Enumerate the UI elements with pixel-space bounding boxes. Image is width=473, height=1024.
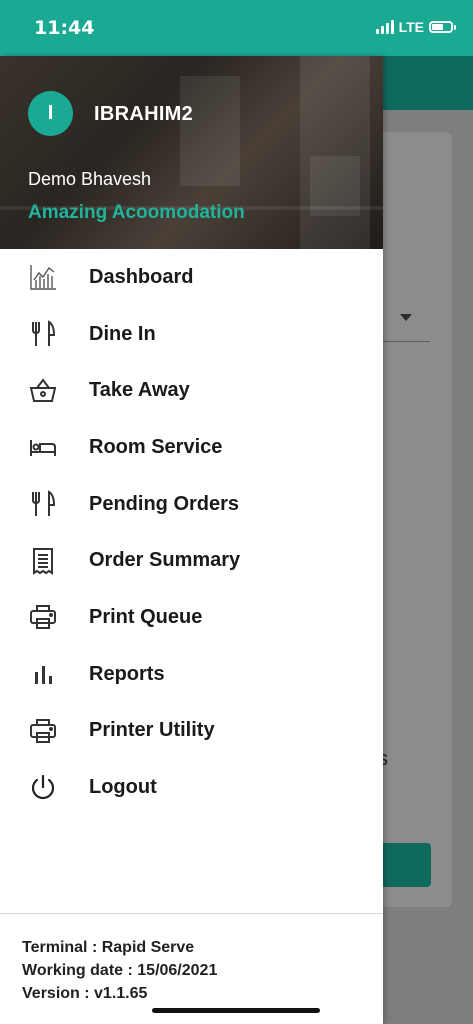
username: IBRAHIM2 <box>94 103 194 125</box>
menu-item-reports[interactable]: Reports <box>0 646 383 703</box>
app-version: Version : v1.1.65 <box>22 985 148 1002</box>
bar-chart-icon <box>26 657 60 691</box>
menu-label: Print Queue <box>89 605 203 628</box>
printer-icon <box>26 714 60 748</box>
battery-icon <box>429 21 456 33</box>
menu-label: Dashboard <box>89 265 194 288</box>
menu-item-room-service[interactable]: Room Service <box>0 419 383 476</box>
printer-icon <box>26 600 60 634</box>
working-date: Working date : 15/06/2021 <box>22 962 218 979</box>
drawer-header: I IBRAHIM2 Demo Bhavesh Amazing Acoomoda… <box>0 56 383 249</box>
navigation-drawer: I IBRAHIM2 Demo Bhavesh Amazing Acoomoda… <box>0 56 383 1024</box>
property-name: Amazing Acoomodation <box>28 202 245 223</box>
menu-item-dine-in[interactable]: Dine In <box>0 306 383 363</box>
menu-label: Logout <box>89 776 157 799</box>
background-button <box>380 843 431 887</box>
drawer-footer: Terminal : Rapid Serve Working date : 15… <box>22 936 217 1005</box>
terminal-info: Terminal : Rapid Serve <box>22 939 195 956</box>
fork-knife-icon <box>26 487 60 521</box>
menu-item-print-queue[interactable]: Print Queue <box>0 589 383 646</box>
footer-divider <box>0 913 383 914</box>
status-indicators: LTE <box>375 19 456 35</box>
bed-icon <box>26 430 60 464</box>
menu-item-take-away[interactable]: Take Away <box>0 362 383 419</box>
menu-label: Dine In <box>89 322 156 345</box>
drawer-menu: Dashboard Dine In Take Away Room Service… <box>0 249 383 816</box>
home-indicator[interactable] <box>152 1008 320 1013</box>
menu-item-order-summary[interactable]: Order Summary <box>0 532 383 589</box>
menu-label: Printer Utility <box>89 719 215 742</box>
menu-label: Reports <box>89 662 165 685</box>
background-card <box>372 132 452 907</box>
basket-icon <box>26 374 60 408</box>
dashboard-chart-icon <box>26 260 60 294</box>
signal-strength-icon <box>375 20 394 34</box>
menu-item-printer-utility[interactable]: Printer Utility <box>0 703 383 760</box>
menu-label: Room Service <box>89 435 223 458</box>
menu-item-logout[interactable]: Logout <box>0 759 383 816</box>
chevron-down-icon <box>400 314 412 321</box>
network-type: LTE <box>398 19 424 35</box>
user-fullname: Demo Bhavesh <box>28 169 152 189</box>
fork-knife-icon <box>26 317 60 351</box>
status-time: 11:44 <box>34 17 95 39</box>
menu-item-pending-orders[interactable]: Pending Orders <box>0 476 383 533</box>
receipt-icon <box>26 544 60 578</box>
menu-label: Pending Orders <box>89 492 240 515</box>
avatar: I <box>28 91 73 136</box>
menu-label: Order Summary <box>89 549 241 572</box>
battery-level <box>432 24 443 30</box>
menu-label: Take Away <box>89 379 190 402</box>
menu-item-dashboard[interactable]: Dashboard <box>0 249 383 306</box>
power-icon <box>26 771 60 805</box>
background-dropdown-underline <box>380 341 430 342</box>
status-bar: 11:44 LTE <box>0 0 473 56</box>
